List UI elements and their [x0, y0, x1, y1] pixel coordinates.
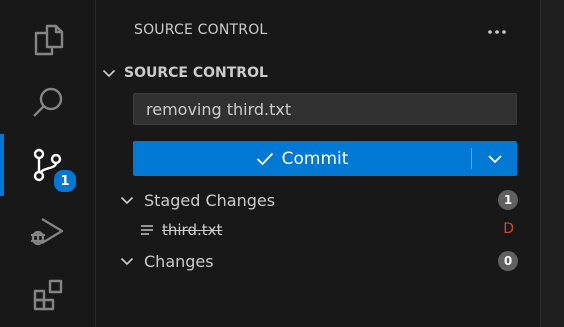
section-title: SOURCE CONTROL — [124, 65, 268, 81]
editor-edge — [540, 0, 564, 327]
activity-run-debug[interactable] — [0, 200, 96, 262]
check-icon — [256, 152, 273, 165]
activity-extensions[interactable] — [0, 264, 96, 326]
chevron-down-icon — [120, 196, 134, 205]
activity-bar: 1 — [0, 0, 96, 327]
commit-button[interactable]: Commit — [133, 141, 471, 176]
ellipsis-icon — [488, 30, 506, 34]
run-debug-icon — [31, 218, 64, 246]
activity-source-control[interactable]: 1 — [0, 134, 96, 196]
file-status-deleted: D — [503, 221, 514, 237]
chevron-down-icon — [102, 69, 116, 78]
extensions-icon — [33, 279, 63, 311]
file-item-third-txt[interactable]: third.txt D — [140, 218, 518, 242]
files-icon — [34, 24, 64, 56]
source-control-badge: 1 — [52, 168, 78, 194]
file-name: third.txt — [162, 221, 223, 239]
more-actions-button[interactable] — [482, 22, 512, 42]
commit-button-label: Commit — [281, 148, 349, 169]
count-badge: 0 — [498, 251, 518, 271]
group-label: Staged Changes — [144, 190, 276, 210]
count-badge: 1 — [498, 190, 518, 210]
activity-search[interactable] — [0, 72, 96, 134]
chevron-down-icon — [487, 154, 502, 163]
source-control-sidebar: SOURCE CONTROL SOURCE CONTROL Commit — [96, 0, 540, 327]
group-changes[interactable]: Changes 0 — [120, 248, 518, 274]
group-staged-changes[interactable]: Staged Changes 1 — [120, 187, 518, 213]
commit-dropdown-button[interactable] — [472, 141, 517, 176]
chevron-down-icon — [120, 257, 134, 266]
view-title: SOURCE CONTROL — [134, 22, 268, 38]
commit-message-input[interactable] — [133, 93, 517, 125]
group-label: Changes — [144, 251, 214, 271]
activity-explorer[interactable] — [0, 8, 96, 70]
commit-button-group: Commit — [133, 141, 517, 176]
text-file-icon — [141, 225, 153, 235]
search-icon — [33, 87, 63, 117]
section-header-source-control[interactable]: SOURCE CONTROL — [102, 60, 268, 86]
